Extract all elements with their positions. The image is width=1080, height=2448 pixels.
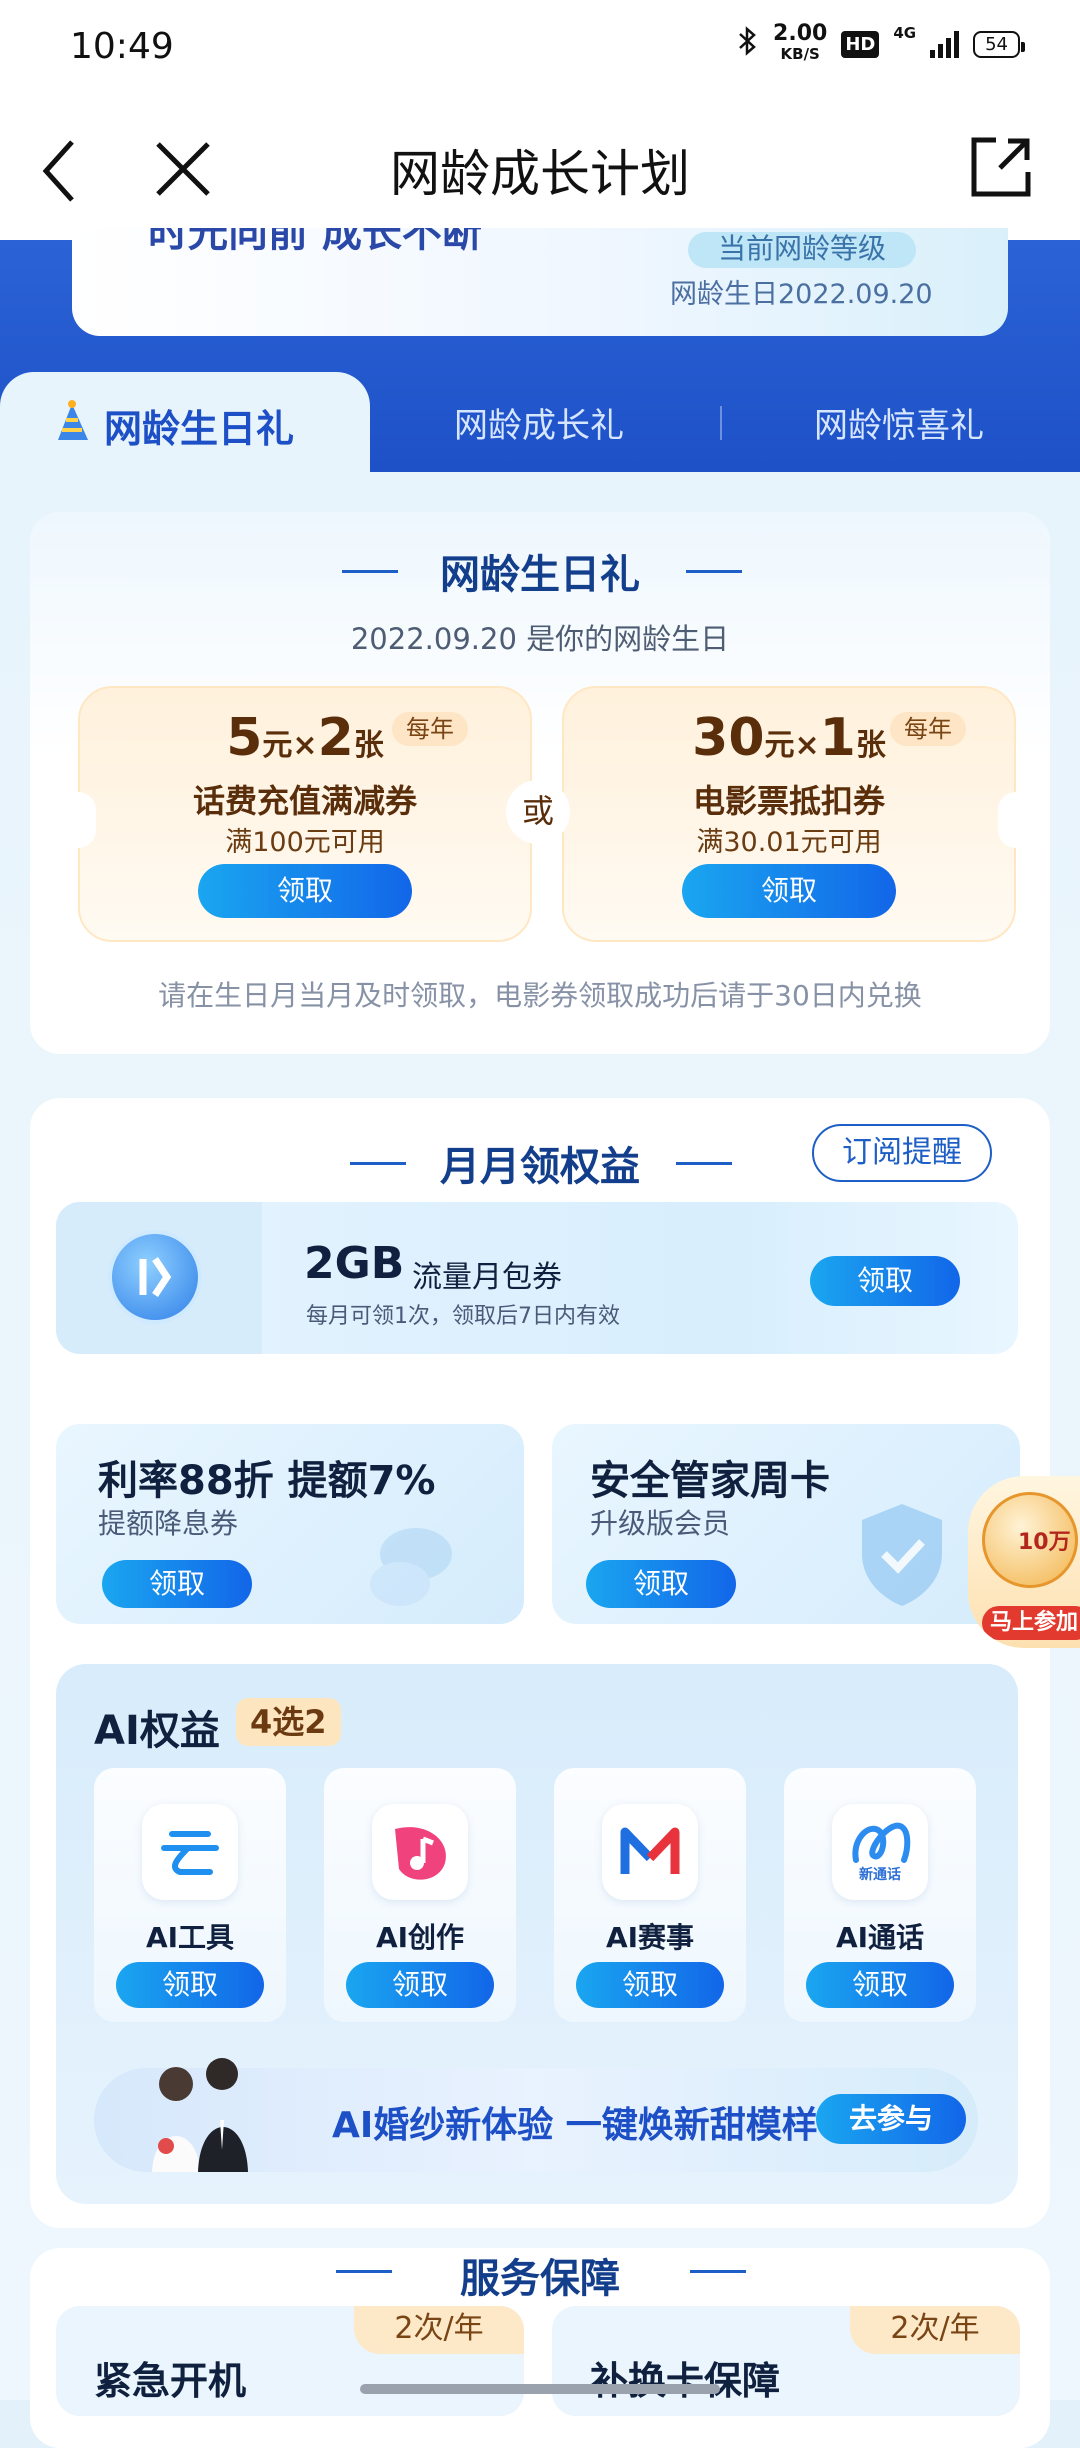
benefit-title: 安全管家周卡 xyxy=(590,1458,830,1504)
service-item-title: 紧急开机 xyxy=(94,2359,247,2403)
promo-label: 马上参加 xyxy=(982,1606,1080,1640)
claim-ai-creation-button[interactable]: 领取 xyxy=(346,1962,494,2008)
tab-divider xyxy=(720,406,722,440)
benefit-title: 利率88折 提额7% xyxy=(98,1458,436,1504)
benefit-subtitle: 提额降息券 xyxy=(98,1507,239,1540)
home-indicator[interactable] xyxy=(360,2384,720,2394)
coupon-notch xyxy=(60,792,96,848)
claim-ai-events-button[interactable]: 领取 xyxy=(576,1962,724,2008)
level-card: 时光向前 成长不断 当前网龄等级 网龄生日2022.09.20 xyxy=(72,228,1008,336)
claim-flow-button[interactable]: 领取 xyxy=(810,1256,960,1306)
wedding-couple-image xyxy=(142,2054,262,2176)
coupon-name: 电影票抵扣券 xyxy=(692,782,885,820)
net-speed: 2.00 KB/S xyxy=(773,21,828,64)
party-hat-icon xyxy=(52,400,94,448)
bluetooth-icon xyxy=(737,26,759,62)
status-time: 10:49 xyxy=(70,26,174,67)
service-item-tag: 2次/年 xyxy=(354,2306,524,2354)
flow-coupon-row: 2GB 流量月包券 每月可领1次，领取后7日内有效 领取 xyxy=(56,1202,1018,1354)
signal-icon xyxy=(930,30,960,58)
title-dash-right xyxy=(686,570,742,573)
ai-item-name: AI工具 xyxy=(145,1921,235,1954)
shield-icon xyxy=(842,1494,962,1618)
ai-item-creation: AI创作 领取 xyxy=(324,1768,516,2022)
or-label: 或 xyxy=(506,780,570,844)
flow-icon-panel xyxy=(56,1202,262,1354)
flow-name: 流量月包券 xyxy=(412,1260,562,1295)
claim-movie-coupon-button[interactable]: 领取 xyxy=(682,864,896,918)
claim-ai-call-button[interactable]: 领取 xyxy=(806,1962,954,2008)
claim-security-card-button[interactable]: 领取 xyxy=(586,1560,736,1608)
ai-item-name: AI创作 xyxy=(375,1921,465,1954)
coupon-condition: 满30.01元可用 xyxy=(696,827,882,858)
nav-bar: 网龄成长计划 xyxy=(0,96,1080,240)
status-bar: 10:49 2.00 KB/S HD 4G 54 xyxy=(0,0,1080,96)
level-slogan: 时光向前 成长不断 xyxy=(148,228,482,254)
join-wedding-button[interactable]: 去参与 xyxy=(816,2094,966,2144)
coupon-period-badge: 每年 xyxy=(392,712,468,746)
ai-title: AI权益 xyxy=(94,1708,220,1754)
tab-growth-gift[interactable]: 网龄成长礼 xyxy=(454,398,624,447)
benefit-card-loan: 利率88折 提额7% 提额降息券 领取 xyxy=(56,1424,524,1624)
coupon-movie-ticket: 30元×1张 每年 电影票抵扣券 满30.01元可用 领取 xyxy=(562,686,1034,942)
tab-surprise-gift[interactable]: 网龄惊喜礼 xyxy=(814,398,984,447)
coupon-notch xyxy=(998,792,1034,848)
tab-birthday-gift[interactable]: 网龄生日礼 xyxy=(0,372,370,482)
ai-item-tools: AI工具 领取 xyxy=(94,1768,286,2022)
battery-icon: 54 xyxy=(973,30,1025,58)
service-item-title: 补换卡保障 xyxy=(590,2359,781,2403)
promo-amount: 10万 xyxy=(1018,1530,1071,1555)
ai-wedding-banner[interactable]: AI婚纱新体验 一键焕新甜模样 去参与 xyxy=(94,2058,978,2172)
benefit-card-security: 安全管家周卡 升级版会员 领取 xyxy=(552,1424,1020,1624)
status-icons: 2.00 KB/S HD 4G 54 xyxy=(737,21,1025,64)
service-title: 服务保障 xyxy=(460,2256,620,2302)
level-label: 当前网龄等级 xyxy=(688,232,916,268)
birthday-subtitle: 2022.09.20 是你的网龄生日 xyxy=(350,622,730,656)
coin-icon xyxy=(356,1514,476,1618)
coupon-name: 话费充值满减券 xyxy=(192,782,417,820)
flow-icon xyxy=(108,1230,202,1324)
net-birthday: 网龄生日2022.09.20 xyxy=(670,279,933,310)
call-app-icon: 新通话 xyxy=(832,1804,928,1900)
birthday-note: 请在生日月当月及时领取，电影券领取成功后请于30日内兑换 xyxy=(158,979,922,1012)
coupon-condition: 满100元可用 xyxy=(225,827,385,858)
wedding-banner-text: AI婚纱新体验 一键焕新甜模样 xyxy=(332,2105,818,2146)
signal-type: 4G xyxy=(893,24,917,42)
floating-promo-badge[interactable]: 10万 马上参加 xyxy=(968,1476,1080,1648)
cloud-app-icon xyxy=(142,1804,238,1900)
subscribe-reminder-button[interactable]: 订阅提醒 xyxy=(812,1124,992,1182)
gift-tabs: 网龄生日礼 网龄成长礼 网龄惊喜礼 xyxy=(0,372,1080,482)
ai-benefits-box: AI权益 4选2 AI工具 领取 AI创作 领取 AI赛事 领取 新通话 AI通… xyxy=(56,1664,1018,2204)
m-logo-app-icon xyxy=(602,1804,698,1900)
claim-loan-coupon-button[interactable]: 领取 xyxy=(102,1560,252,1608)
ai-item-call: 新通话 AI通话 领取 xyxy=(784,1768,976,2022)
benefit-subtitle: 升级版会员 xyxy=(590,1507,731,1540)
ai-item-name: AI通话 xyxy=(835,1921,925,1954)
ai-choose-badge: 4选2 xyxy=(236,1698,341,1746)
claim-ai-tools-button[interactable]: 领取 xyxy=(116,1962,264,2008)
page-title: 网龄成长计划 xyxy=(390,145,690,203)
ai-item-events: AI赛事 领取 xyxy=(554,1768,746,2022)
call-app-icon-text: 新通话 xyxy=(859,1867,901,1883)
hd-icon: HD xyxy=(841,30,880,58)
music-app-icon xyxy=(372,1804,468,1900)
coupon-period-badge: 每年 xyxy=(890,712,966,746)
claim-phone-coupon-button[interactable]: 领取 xyxy=(198,864,412,918)
title-dash-right xyxy=(676,1162,732,1165)
birthday-gift-title: 网龄生日礼 xyxy=(440,552,640,598)
title-dash-right xyxy=(690,2270,746,2273)
ai-item-name: AI赛事 xyxy=(605,1921,695,1954)
share-icon[interactable] xyxy=(970,136,1032,202)
flow-amount: 2GB xyxy=(304,1238,405,1289)
coupon-phone-bill: 5元×2张 每年 话费充值满减券 满100元可用 领取 xyxy=(60,686,532,942)
flow-desc: 每月可领1次，领取后7日内有效 xyxy=(306,1304,620,1329)
service-item-tag: 2次/年 xyxy=(850,2306,1020,2354)
